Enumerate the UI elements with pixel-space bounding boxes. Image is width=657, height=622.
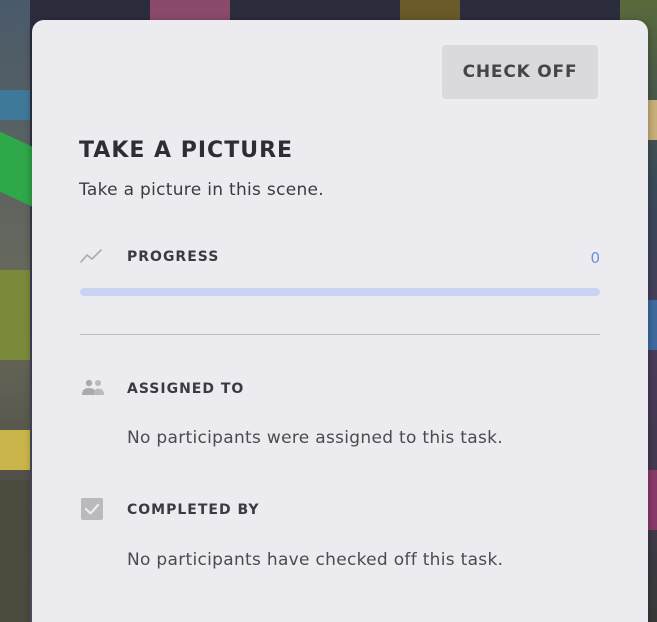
assigned-to-text: No participants were assigned to this ta… <box>127 428 503 448</box>
completed-by-label: COMPLETED BY <box>127 502 260 518</box>
divider <box>80 334 600 335</box>
completed-by-text: No participants have checked off this ta… <box>127 550 504 570</box>
assigned-to-label: ASSIGNED TO <box>127 381 245 397</box>
progress-bar <box>80 288 600 296</box>
task-panel: CHECK OFF TAKE A PICTURE Take a picture … <box>32 20 648 622</box>
task-description: Take a picture in this scene. <box>79 180 325 200</box>
task-title: TAKE A PICTURE <box>79 138 294 163</box>
check-off-button[interactable]: CHECK OFF <box>442 45 598 99</box>
people-icon <box>82 379 104 395</box>
progress-label: PROGRESS <box>127 249 220 265</box>
trend-line-icon <box>80 249 102 263</box>
checkbox-icon <box>81 498 103 520</box>
progress-value: 0 <box>590 249 600 267</box>
